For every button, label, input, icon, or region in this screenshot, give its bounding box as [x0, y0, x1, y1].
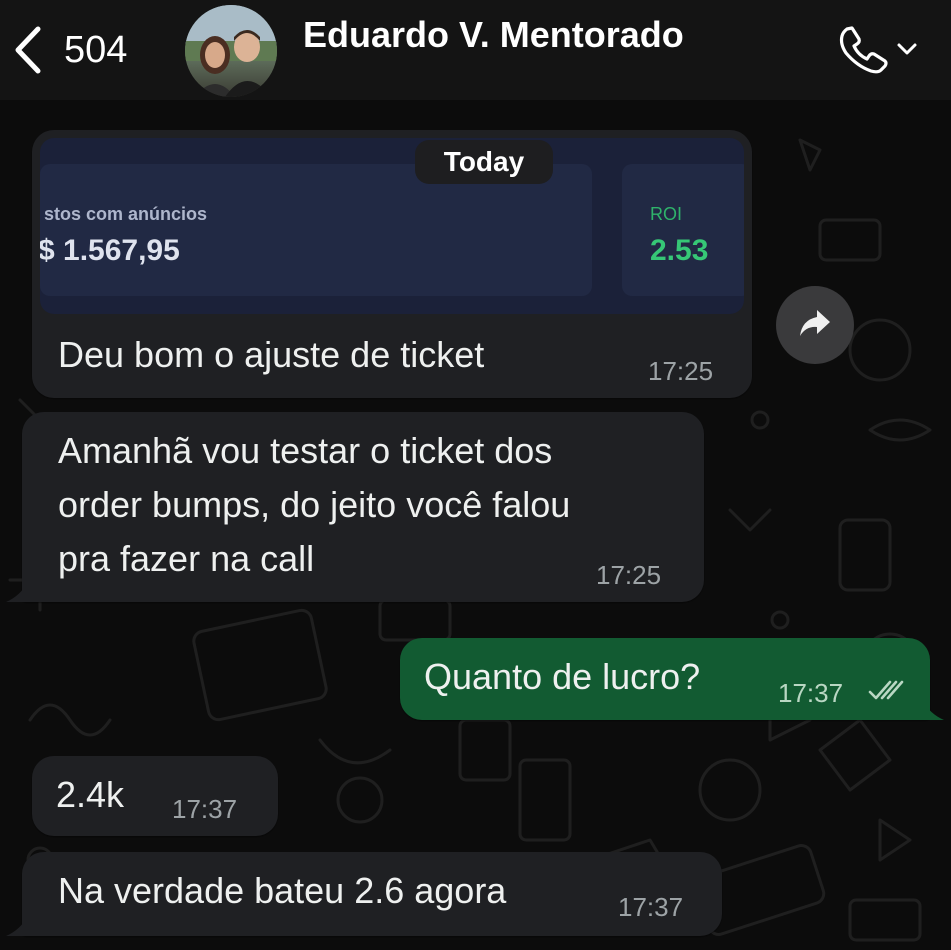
bubble-tail [6, 916, 28, 936]
message-text: Quanto de lucro? [424, 656, 701, 697]
chevron-down-icon [896, 41, 918, 62]
metric-label: stos com anúncios [44, 204, 208, 224]
message-line: Amanhã vou testar o ticket dos [58, 430, 553, 471]
call-button[interactable] [838, 22, 928, 80]
contact-name[interactable]: Eduardo V. Mentorado [303, 14, 684, 56]
bubble-tail [922, 700, 944, 720]
message-text: 2.4k [56, 774, 125, 815]
back-button[interactable]: 504 [12, 20, 127, 80]
message-bubble-incoming[interactable]: 2.4k 17:37 [32, 756, 278, 836]
metric-label: ROI [650, 204, 683, 224]
contact-avatar[interactable] [185, 5, 277, 97]
message-bubble-incoming[interactable]: Na verdade bateu 2.6 agora 17:37 [22, 852, 722, 936]
date-separator: Today [415, 140, 553, 184]
message-time: 17:37 [778, 678, 844, 708]
chevron-left-icon [12, 25, 42, 75]
message-time: 17:37 [172, 794, 238, 824]
bubble-tail [6, 582, 28, 602]
phone-icon [838, 23, 890, 80]
chat-area[interactable]: stos com anúncios $ 1.567,95 ROI 2.53 De… [0, 100, 951, 950]
double-check-icon [868, 680, 908, 707]
forward-arrow-icon [798, 308, 832, 343]
message-bubble-incoming[interactable]: stos com anúncios $ 1.567,95 ROI 2.53 De… [32, 130, 752, 398]
image-attachment[interactable]: stos com anúncios $ 1.567,95 ROI 2.53 [40, 138, 744, 314]
message-line: order bumps, do jeito você falou [58, 484, 571, 525]
forward-button[interactable] [776, 286, 854, 364]
message-text: Na verdade bateu 2.6 agora [58, 870, 507, 911]
message-line: pra fazer na call [58, 538, 315, 579]
avatar-photo [185, 5, 277, 97]
metric-card-roi: ROI 2.53 [622, 164, 744, 296]
message-bubble-outgoing[interactable]: Quanto de lucro? 17:37 [400, 638, 930, 720]
unread-count: 504 [64, 28, 128, 71]
message-bubble-incoming[interactable]: Amanhã vou testar o ticket dos order bum… [22, 412, 704, 602]
message-time: 17:25 [596, 560, 662, 590]
metric-value: $ 1.567,95 [40, 234, 180, 267]
message-time: 17:25 [648, 356, 714, 386]
message-text: Deu bom o ajuste de ticket [58, 334, 485, 375]
message-time: 17:37 [618, 892, 684, 922]
metric-value: 2.53 [650, 234, 709, 267]
chat-header: 504 Eduardo V. Mentorado [0, 0, 951, 100]
